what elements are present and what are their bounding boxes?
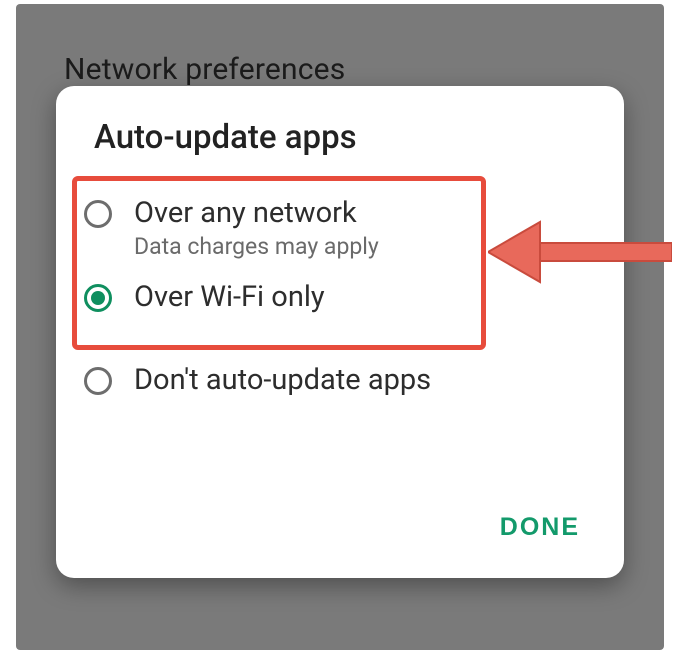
done-button[interactable]: DONE bbox=[496, 505, 584, 550]
option-text: Don't auto-update apps bbox=[134, 363, 431, 398]
option-label: Don't auto-update apps bbox=[134, 363, 431, 398]
option-text: Over Wi-Fi only bbox=[134, 280, 325, 315]
option-over-wifi-only[interactable]: Over Wi-Fi only bbox=[76, 270, 604, 325]
dialog-title: Auto-update apps bbox=[94, 118, 357, 157]
option-label: Over any network bbox=[134, 196, 379, 231]
screenshot-stage: Network preferences Auto-update apps Ove… bbox=[0, 0, 680, 659]
page-title: Network preferences bbox=[64, 52, 345, 87]
option-dont-auto-update[interactable]: Don't auto-update apps bbox=[76, 353, 604, 408]
radio-icon bbox=[84, 284, 112, 312]
option-text: Over any network Data charges may apply bbox=[134, 196, 379, 260]
auto-update-dialog: Auto-update apps Over any network Data c… bbox=[56, 86, 624, 578]
option-label: Over Wi-Fi only bbox=[134, 280, 325, 315]
radio-group-auto-update: Over any network Data charges may apply … bbox=[76, 186, 604, 408]
option-over-any-network[interactable]: Over any network Data charges may apply bbox=[76, 186, 604, 270]
radio-icon bbox=[84, 200, 112, 228]
option-sublabel: Data charges may apply bbox=[134, 233, 379, 261]
radio-icon bbox=[84, 367, 112, 395]
